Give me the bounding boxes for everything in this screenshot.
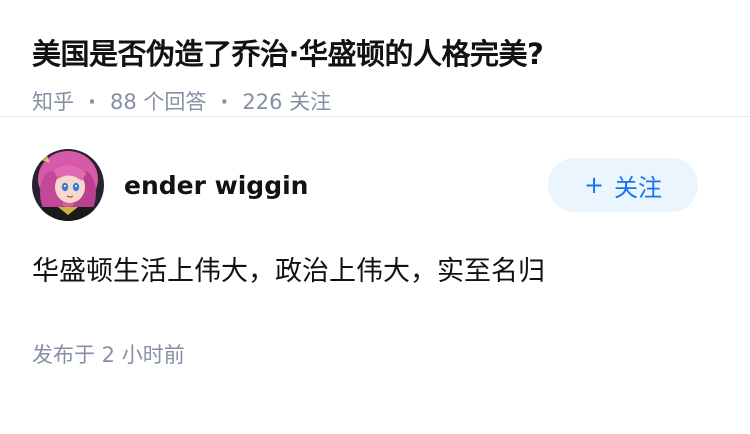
meta-separator: · — [88, 90, 96, 114]
question-header: 美国是否伪造了乔治·华盛顿的人格完美? 知乎 · 88 个回答 · 226 关注 — [0, 0, 750, 117]
avatar-anime-girl-icon — [32, 149, 104, 221]
source-label[interactable]: 知乎 — [32, 88, 74, 116]
follow-button-label: 关注 — [614, 173, 663, 202]
meta-separator: · — [220, 90, 229, 114]
avatar[interactable] — [32, 149, 104, 221]
answer-count[interactable]: 88 个回答 — [110, 88, 206, 116]
publish-time: 发布于 2 小时前 — [32, 343, 185, 367]
answer-content[interactable]: 华盛顿生活上伟大，政治上伟大，实至名归 — [32, 253, 718, 291]
follow-button[interactable]: + 关注 — [548, 158, 698, 212]
question-title[interactable]: 美国是否伪造了乔治·华盛顿的人格完美? — [32, 34, 718, 74]
follow-count: 226 关注 — [242, 90, 332, 114]
answer-card: ender wiggin + 关注 华盛顿生活上伟大，政治上伟大，实至名归 发布… — [0, 117, 750, 369]
author-name[interactable]: ender wiggin — [124, 171, 548, 200]
question-meta: 知乎 · 88 个回答 · 226 关注 — [32, 88, 718, 116]
page: 美国是否伪造了乔治·华盛顿的人格完美? 知乎 · 88 个回答 · 226 关注 — [0, 0, 750, 434]
author-row: ender wiggin + 关注 — [32, 147, 718, 223]
plus-icon: + — [583, 171, 605, 199]
